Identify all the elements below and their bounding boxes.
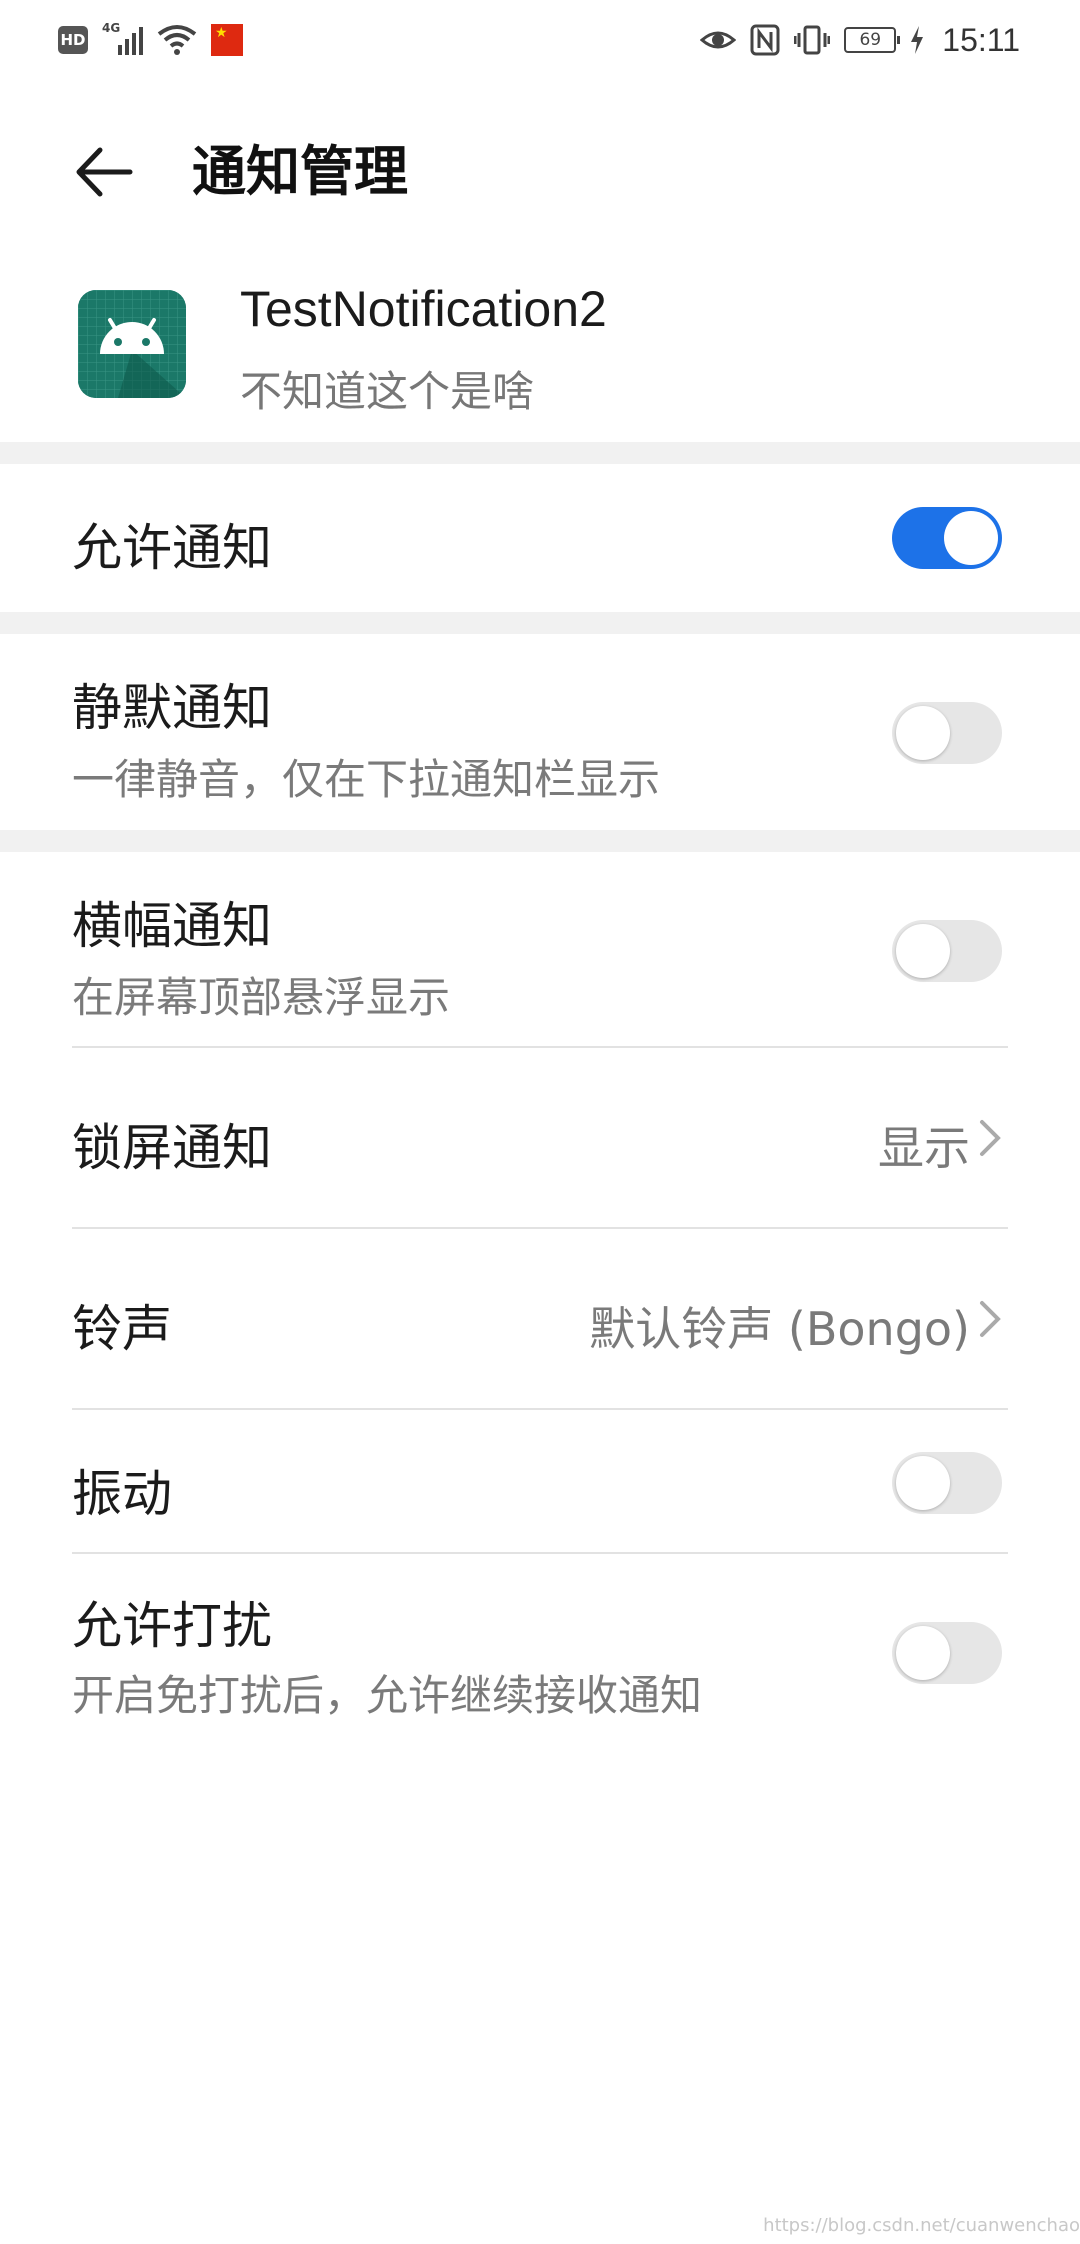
section-divider xyxy=(0,442,1080,464)
setting-vibrate[interactable]: 振动 xyxy=(0,1410,1080,1554)
setting-description: 在屏幕顶部悬浮显示 xyxy=(72,973,451,1022)
setting-banner-notifications[interactable]: 横幅通知 在屏幕顶部悬浮显示 xyxy=(0,852,1080,1048)
setting-silent-notifications[interactable]: 静默通知 一律静音，仅在下拉通知栏显示 xyxy=(0,634,1080,830)
charging-icon xyxy=(911,26,924,54)
chevron-right-icon xyxy=(980,1301,1001,1337)
signal-icon: 4G xyxy=(102,21,143,55)
app-description: 不知道这个是啥 xyxy=(240,367,535,416)
setting-allow-interruptions[interactable]: 允许打扰 开启免打扰后，允许继续接收通知 xyxy=(0,1554,1080,1740)
android-icon xyxy=(78,290,186,398)
app-info: TestNotification2 不知道这个是啥 xyxy=(0,280,1080,430)
switch-knob xyxy=(896,924,950,978)
hd-icon: HD xyxy=(58,26,88,54)
battery-icon: 69 xyxy=(844,27,901,53)
app-icon xyxy=(78,290,186,398)
setting-label: 振动 xyxy=(72,1465,172,1523)
network-type: 4G xyxy=(102,21,121,35)
switch-knob xyxy=(896,1626,950,1680)
china-flag-icon: ★ xyxy=(211,24,243,56)
back-button[interactable] xyxy=(72,140,136,204)
watermark: https://blog.csdn.net/cuanwenchao xyxy=(763,2215,1080,2236)
vibrate-icon xyxy=(794,25,831,55)
setting-label: 允许通知 xyxy=(72,519,272,577)
wifi-icon xyxy=(157,25,197,55)
setting-label: 横幅通知 xyxy=(72,897,272,955)
setting-lock-screen-notifications[interactable]: 锁屏通知 显示 xyxy=(0,1048,1080,1228)
page-title: 通知管理 xyxy=(192,140,408,203)
back-arrow-icon xyxy=(76,147,133,197)
vibrate-switch[interactable] xyxy=(892,1452,1002,1514)
banner-notifications-switch[interactable] xyxy=(892,920,1002,982)
switch-knob xyxy=(896,706,950,760)
status-right: 69 15:11 xyxy=(700,20,1020,60)
setting-ringtone[interactable]: 铃声 默认铃声 (Bongo) xyxy=(0,1229,1080,1409)
setting-description: 开启免打扰后，允许继续接收通知 xyxy=(72,1671,703,1720)
setting-value: 显示 xyxy=(878,1121,970,1175)
setting-label: 允许打扰 xyxy=(72,1597,272,1655)
setting-allow-notifications[interactable]: 允许通知 xyxy=(0,464,1080,612)
chevron-right-icon xyxy=(980,1120,1001,1156)
setting-label: 锁屏通知 xyxy=(72,1119,272,1177)
clock: 15:11 xyxy=(942,21,1020,58)
nfc-icon xyxy=(750,24,780,56)
allow-notifications-switch[interactable] xyxy=(892,507,1002,569)
notification-settings-page: HD 4G ★ 69 15:11 通知管理 TestNotification2 … xyxy=(0,0,1080,2244)
eye-comfort-icon xyxy=(700,31,737,49)
status-left: HD 4G ★ xyxy=(58,20,243,60)
status-bar: HD 4G ★ 69 15:11 xyxy=(0,0,1080,80)
app-name: TestNotification2 xyxy=(240,281,607,337)
setting-label: 静默通知 xyxy=(72,679,272,737)
app-bar: 通知管理 xyxy=(0,120,1080,220)
setting-value: 默认铃声 (Bongo) xyxy=(589,1302,970,1356)
silent-notifications-switch[interactable] xyxy=(892,702,1002,764)
setting-label: 铃声 xyxy=(72,1300,172,1358)
switch-knob xyxy=(944,511,998,565)
setting-description: 一律静音，仅在下拉通知栏显示 xyxy=(72,755,661,804)
section-divider xyxy=(0,612,1080,634)
allow-interruptions-switch[interactable] xyxy=(892,1622,1002,1684)
section-divider xyxy=(0,830,1080,852)
switch-knob xyxy=(896,1456,950,1510)
